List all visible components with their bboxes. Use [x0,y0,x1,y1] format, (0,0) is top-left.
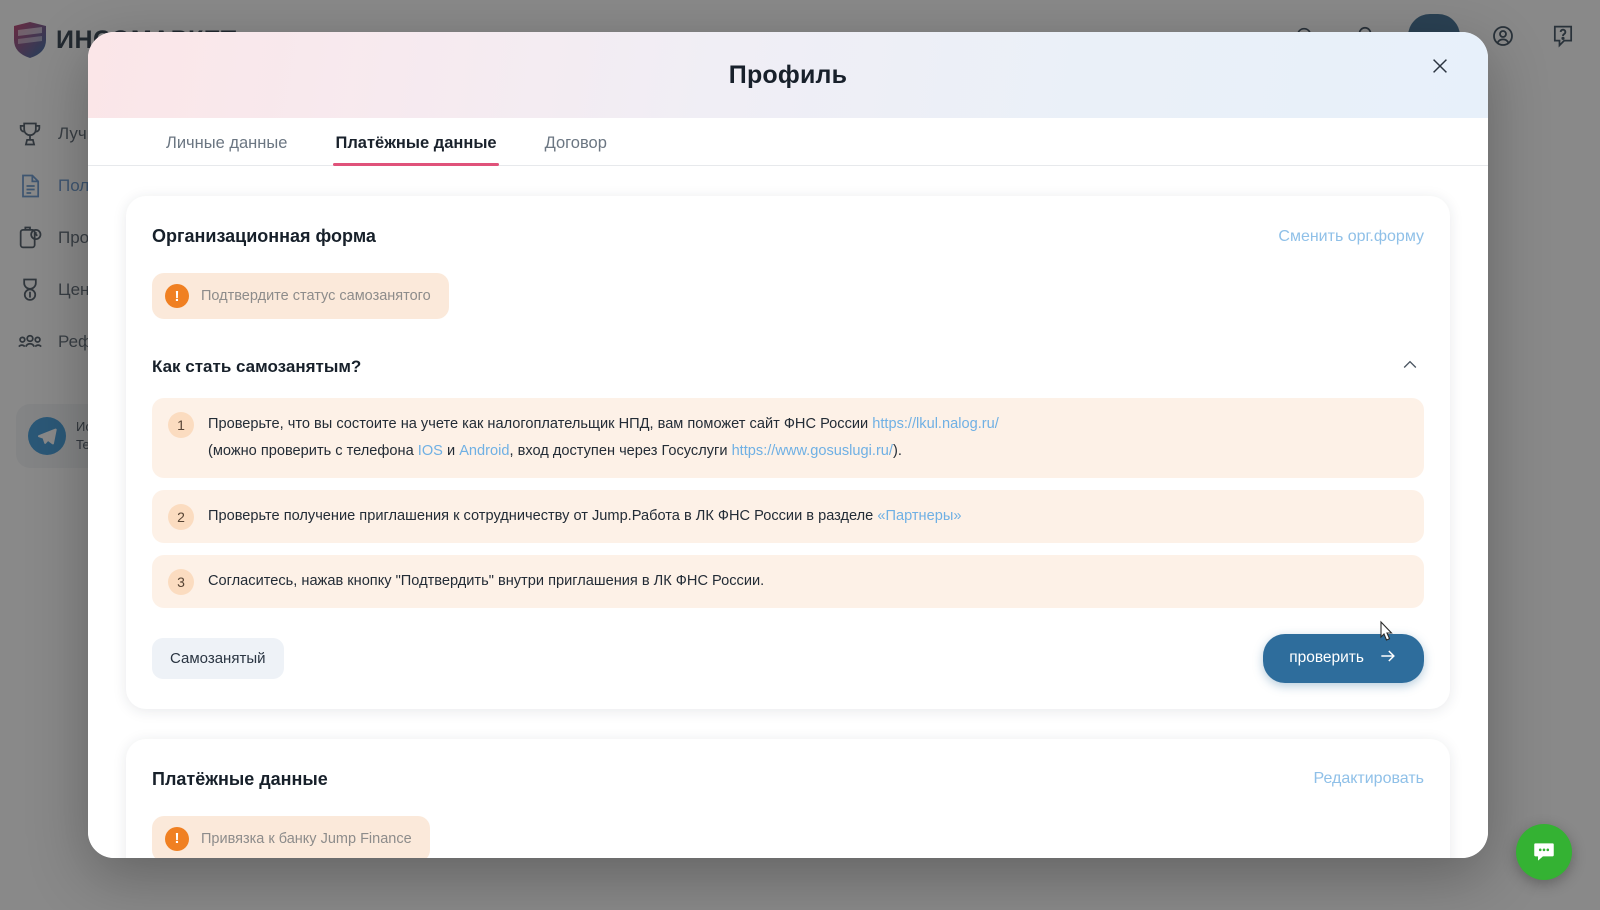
step-text-2: Проверьте получение приглашения к сотруд… [208,503,961,530]
tab-contract[interactable]: Договор [543,118,609,165]
chat-bubble-icon[interactable] [1516,824,1572,880]
step1-link-gosuslugi[interactable]: https://www.gosuslugi.ru/ [732,443,893,459]
step-item-1: 1 Проверьте, что вы состоите на учете ка… [152,398,1424,478]
modal-body: Организационная форма Сменить орг.форму … [88,166,1488,858]
step-text-1: Проверьте, что вы состоите на учете как … [208,411,999,465]
check-button-label: проверить [1289,649,1364,667]
payment-data-title: Платёжные данные [152,768,328,789]
payment-data-card-header: Платёжные данные Редактировать [152,769,1424,790]
tab-payment-data[interactable]: Платёжные данные [333,118,499,166]
edit-payment-link[interactable]: Редактировать [1313,770,1424,788]
org-form-card: Организационная форма Сменить орг.форму … [126,196,1450,709]
org-form-title: Организационная форма [152,226,376,246]
arrow-right-icon [1378,646,1398,671]
change-org-form-link[interactable]: Сменить орг.форму [1278,228,1424,246]
step1-seg-text-e: ). [892,442,902,459]
step1-seg-text-b: (можно проверить с телефона [208,442,418,459]
step-text-3: Согласитесь, нажав кнопку "Подтвердить" … [208,572,765,589]
step1-seg-text-c: и [442,442,460,459]
step1-seg-text-d: , вход доступен через Госуслуги [509,442,732,459]
page-title: Профиль [728,60,848,89]
org-card-footer: Самозанятый проверить [152,633,1424,683]
step-number-2: 2 [168,503,194,530]
tab-personal-data[interactable]: Личные данные [164,118,289,165]
bank-link-badge: ! Привязка к банку Jump Finance [152,815,430,858]
step1-link-nalog[interactable]: https://lkul.nalog.ru/ [872,416,999,432]
step-number-3: 3 [168,568,194,595]
profile-modal: Профиль Личные данные Платёжные данные Д… [88,32,1488,858]
payment-data-card: Платёжные данные Редактировать ! Привязк… [126,738,1450,858]
step2-link-partners[interactable]: «Партнеры» [877,508,961,524]
modal-tabs: Личные данные Платёжные данные Договор [88,118,1488,166]
step-item-2: 2 Проверьте получение приглашения к сотр… [152,489,1424,543]
how-to-accordion-header[interactable]: Как стать самозанятым? [152,351,1424,382]
alert-icon: ! [165,826,189,851]
alert-icon: ! [165,284,189,308]
step-number-1: 1 [168,412,194,438]
modal-header: Профиль [88,32,1488,118]
org-status-badge-label: Подтвердите статус самозанятого [201,288,431,304]
bank-link-badge-label: Привязка к банку Jump Finance [201,830,412,847]
chevron-up-icon[interactable] [1396,351,1424,382]
check-button[interactable]: проверить [1263,633,1424,683]
org-form-card-header: Организационная форма Сменить орг.форму [152,226,1424,247]
close-icon[interactable] [1426,52,1454,80]
org-status-badge: ! Подтвердите статус самозанятого [152,273,449,319]
step-item-3: 3 Согласитесь, нажав кнопку "Подтвердить… [152,554,1424,608]
step1-link-android[interactable]: Android [459,443,509,459]
step1-seg-text-a: Проверьте, что вы состоите на учете как … [208,416,873,432]
how-to-accordion-title: Как стать самозанятым? [152,356,362,376]
status-tag: Самозанятый [152,637,284,679]
step2-seg-text-a: Проверьте получение приглашения к сотруд… [208,507,878,524]
step1-link-ios[interactable]: IOS [418,443,443,459]
